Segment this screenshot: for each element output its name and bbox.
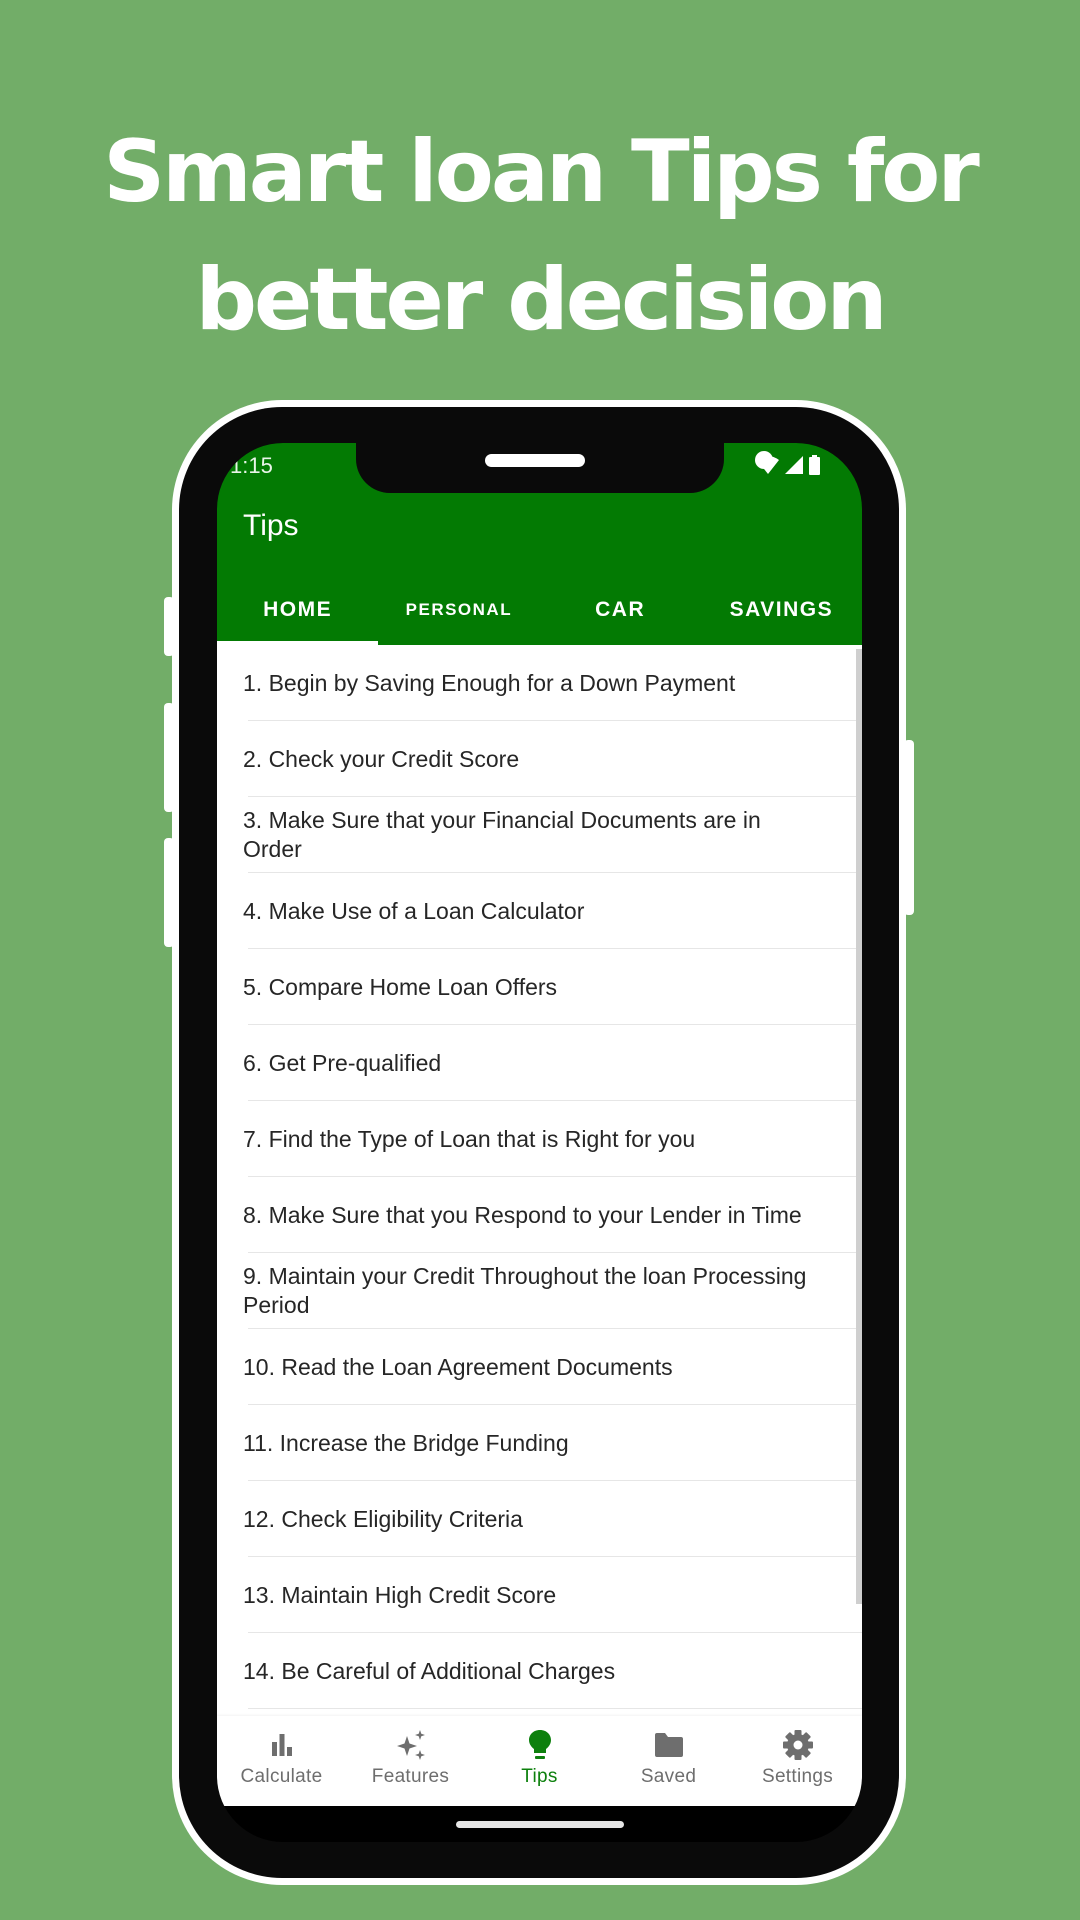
phone-volume-down-button (164, 838, 174, 947)
list-item[interactable]: 9. Maintain your Credit Throughout the l… (217, 1253, 862, 1329)
list-item[interactable]: 3. Make Sure that your Financial Documen… (217, 797, 862, 873)
list-item[interactable]: 14. Be Careful of Additional Charges (217, 1633, 862, 1709)
headline-line-2: better decision (195, 250, 887, 350)
nav-label: Features (371, 1766, 450, 1787)
list-item[interactable]: 7. Find the Type of Loan that is Right f… (217, 1101, 862, 1177)
tip-text: 10. Read the Loan Agreement Documents (243, 1353, 673, 1380)
bottom-navigation: Calculate Features Tips Saved Settings (217, 1716, 862, 1806)
headline-line-1: Smart loan Tips for (103, 122, 980, 222)
list-item[interactable]: 12. Check Eligibility Criteria (217, 1481, 862, 1557)
lightbulb-icon (528, 1730, 551, 1759)
nav-calculate[interactable]: Calculate (217, 1716, 346, 1806)
tip-text: 8. Make Sure that you Respond to your Le… (243, 1201, 802, 1228)
tip-text: 7. Find the Type of Loan that is Right f… (243, 1125, 696, 1152)
earpiece-speaker (485, 454, 585, 467)
nav-features[interactable]: Features (346, 1716, 475, 1806)
nav-tips[interactable]: Tips (475, 1716, 604, 1806)
list-item[interactable]: 8. Make Sure that you Respond to your Le… (217, 1177, 862, 1253)
camera-notch (356, 443, 773, 493)
tip-text: 1. Begin by Saving Enough for a Down Pay… (243, 669, 736, 696)
list-item[interactable]: 2. Check your Credit Score (217, 721, 862, 797)
tip-text: 5. Compare Home Loan Offers (243, 973, 558, 1000)
nav-saved[interactable]: Saved (604, 1716, 733, 1806)
nav-label: Calculate (240, 1766, 323, 1787)
phone-power-button (904, 740, 914, 915)
home-indicator[interactable] (456, 1821, 624, 1828)
app-bar: 1:15 Tips HOME PERSONAL CAR SAVINGS (217, 443, 862, 645)
tip-text: 12. Check Eligibility Criteria (243, 1505, 523, 1532)
list-item[interactable]: 4. Make Use of a Loan Calculator (217, 873, 862, 949)
folder-icon (654, 1733, 683, 1757)
tips-list: 1. Begin by Saving Enough for a Down Pay… (217, 645, 862, 1716)
tip-text: 3. Make Sure that your Financial Documen… (243, 807, 761, 862)
list-item[interactable]: 13. Maintain High Credit Score (217, 1557, 862, 1633)
nav-label: Tips (521, 1766, 558, 1787)
phone-volume-up-button (164, 703, 174, 812)
tip-text: 13. Maintain High Credit Score (243, 1581, 557, 1608)
nav-label: Settings (761, 1766, 834, 1787)
list-item[interactable]: 10. Read the Loan Agreement Documents (217, 1329, 862, 1405)
list-item[interactable]: 1. Begin by Saving Enough for a Down Pay… (217, 645, 862, 721)
gear-icon (782, 1730, 813, 1760)
bar-chart-icon (271, 1734, 292, 1756)
tab-personal[interactable]: PERSONAL (378, 583, 539, 645)
tip-text: 6. Get Pre-qualified (243, 1049, 442, 1076)
list-scrollbar[interactable] (856, 649, 862, 1604)
tip-text: 4. Make Use of a Loan Calculator (243, 897, 585, 924)
tip-text: 11. Increase the Bridge Funding (243, 1429, 569, 1456)
phone-side-button (164, 597, 174, 656)
tab-savings[interactable]: SAVINGS (701, 583, 862, 645)
page-title: Tips (243, 509, 299, 542)
nav-label: Saved (640, 1766, 697, 1787)
list-item[interactable]: 6. Get Pre-qualified (217, 1025, 862, 1101)
phone-screen: 1:15 Tips HOME PERSONAL CAR SAVINGS 1. B… (217, 443, 862, 1842)
list-item[interactable]: 11. Increase the Bridge Funding (217, 1405, 862, 1481)
category-tabs: HOME PERSONAL CAR SAVINGS (217, 583, 862, 645)
status-time: 1:15 (230, 453, 273, 478)
nav-settings[interactable]: Settings (733, 1716, 862, 1806)
front-camera (755, 451, 773, 469)
promo-headline: Smart loan Tips for better decision (0, 108, 1080, 364)
tip-text: 9. Maintain your Credit Throughout the l… (243, 1263, 807, 1318)
list-item[interactable]: 5. Compare Home Loan Offers (217, 949, 862, 1025)
tip-text: 14. Be Careful of Additional Charges (243, 1657, 616, 1684)
signal-icon (785, 456, 803, 474)
tab-home[interactable]: HOME (217, 583, 379, 645)
sparkles-icon (396, 1730, 425, 1760)
tab-car[interactable]: CAR (540, 583, 701, 645)
battery-icon (809, 455, 820, 475)
tip-text: 2. Check your Credit Score (243, 745, 520, 772)
